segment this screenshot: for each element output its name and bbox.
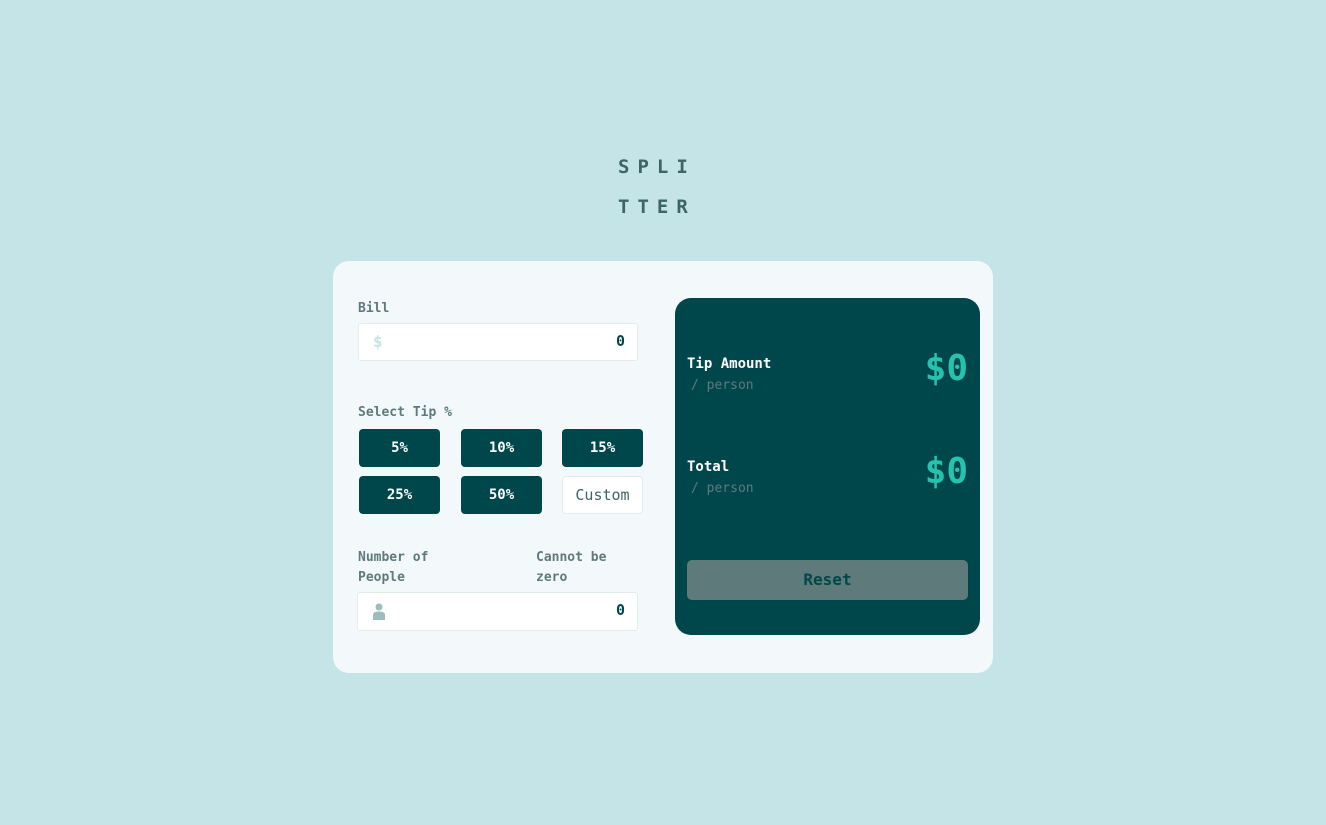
person-icon bbox=[373, 603, 385, 620]
reset-button[interactable]: Reset bbox=[687, 560, 968, 600]
calculator-card: Bill $ 0 Select Tip % 5% 10% 15% 25% 50%… bbox=[333, 261, 993, 673]
tip-amount-value: $0 bbox=[924, 348, 968, 389]
total-label: Total bbox=[687, 459, 730, 475]
tip-button-50[interactable]: 50% bbox=[461, 476, 542, 514]
people-value: 0 bbox=[615, 601, 625, 619]
tip-button-10[interactable]: 10% bbox=[461, 429, 542, 467]
tip-button-15[interactable]: 15% bbox=[562, 429, 643, 467]
people-input[interactable]: 0 bbox=[357, 592, 638, 631]
splitter-logo: SPLI TTER bbox=[618, 147, 714, 227]
people-error-message: Cannot be zero bbox=[536, 550, 607, 585]
tip-amount-per-person-label: / person bbox=[691, 378, 754, 393]
bill-label: Bill bbox=[358, 301, 390, 316]
total-per-person-label: / person bbox=[691, 481, 754, 496]
select-tip-label: Select Tip % bbox=[358, 405, 452, 420]
results-panel: Tip Amount / person $0 Total / person $0… bbox=[675, 298, 980, 635]
number-of-people-label: Number of People bbox=[358, 550, 429, 585]
tip-amount-label: Tip Amount bbox=[687, 356, 772, 372]
app-page: SPLI TTER Bill $ 0 Select Tip % 5% 10% 1… bbox=[0, 0, 1326, 825]
logo-line-2: TTER bbox=[618, 196, 696, 218]
bill-value: 0 bbox=[615, 332, 625, 350]
tip-button-25[interactable]: 25% bbox=[359, 476, 440, 514]
bill-input[interactable]: $ 0 bbox=[358, 323, 638, 361]
logo-line-1: SPLI bbox=[618, 156, 696, 178]
total-value: $0 bbox=[924, 451, 968, 492]
custom-tip-input[interactable]: Custom bbox=[562, 476, 643, 514]
dollar-icon: $ bbox=[373, 332, 383, 351]
tip-button-5[interactable]: 5% bbox=[359, 429, 440, 467]
